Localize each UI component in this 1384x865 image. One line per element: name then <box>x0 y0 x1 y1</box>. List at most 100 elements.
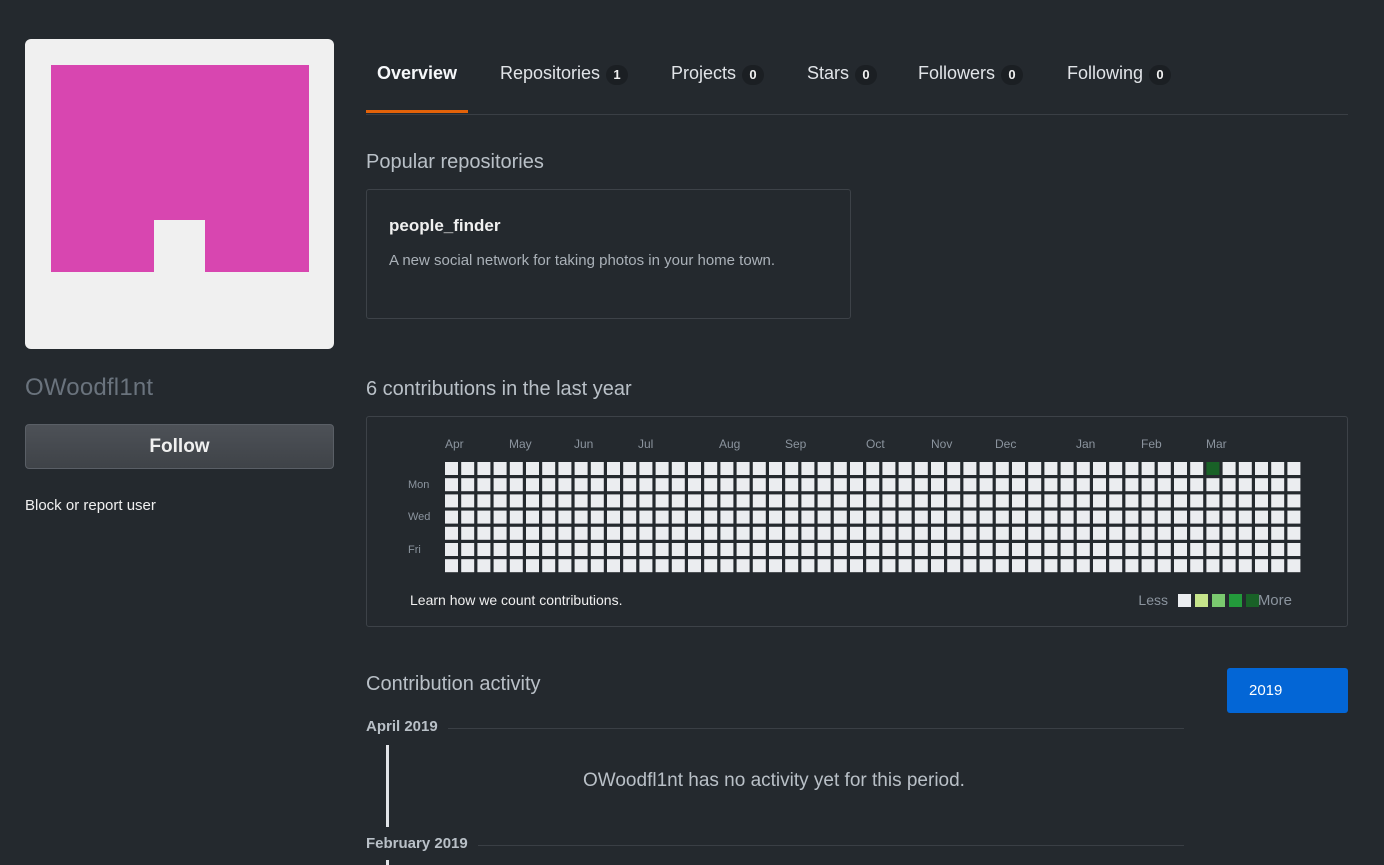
contribution-day-cell[interactable] <box>752 510 766 524</box>
contribution-day-cell[interactable] <box>671 559 685 573</box>
contribution-day-cell[interactable] <box>1287 543 1301 556</box>
contribution-day-cell[interactable] <box>1157 559 1171 573</box>
contribution-day-cell[interactable] <box>769 510 782 524</box>
contribution-day-cell[interactable] <box>785 543 799 556</box>
contribution-day-cell[interactable] <box>671 494 685 508</box>
contribution-day-cell[interactable] <box>1190 526 1204 540</box>
contribution-day-cell[interactable] <box>817 510 831 524</box>
contribution-day-cell[interactable] <box>979 478 993 492</box>
contribution-day-cell[interactable] <box>655 526 669 540</box>
contribution-day-cell[interactable] <box>493 543 507 556</box>
contribution-day-cell[interactable] <box>931 526 944 540</box>
contribution-day-cell[interactable] <box>1174 494 1187 508</box>
contribution-day-cell[interactable] <box>526 543 539 556</box>
contribution-day-cell[interactable] <box>1287 559 1301 573</box>
contribution-day-cell[interactable] <box>963 462 977 475</box>
contribution-day-cell[interactable] <box>509 510 523 524</box>
contribution-day-cell[interactable] <box>493 462 507 475</box>
contribution-day-cell[interactable] <box>801 559 815 573</box>
contribution-day-cell[interactable] <box>526 510 539 524</box>
contribution-day-cell[interactable] <box>736 543 750 556</box>
contribution-day-cell[interactable] <box>1044 543 1058 556</box>
contribution-day-cell[interactable] <box>995 559 1009 573</box>
contribution-day-cell[interactable] <box>1271 510 1285 524</box>
contribution-day-cell[interactable] <box>995 510 1009 524</box>
year-2019-button[interactable]: 2019 <box>1227 668 1348 713</box>
contribution-day-cell[interactable] <box>704 494 718 508</box>
contribution-day-cell[interactable] <box>526 462 539 475</box>
contribution-day-cell[interactable] <box>1174 526 1187 540</box>
contribution-day-cell[interactable] <box>1125 526 1139 540</box>
contribution-day-cell[interactable] <box>1157 462 1171 475</box>
contribution-day-cell[interactable] <box>1222 494 1236 508</box>
contribution-day-cell[interactable] <box>995 543 1009 556</box>
contribution-day-cell[interactable] <box>882 462 896 475</box>
contribution-day-cell[interactable] <box>1076 462 1090 475</box>
contribution-day-cell[interactable] <box>801 510 815 524</box>
contribution-day-cell[interactable] <box>655 478 669 492</box>
contribution-day-cell[interactable] <box>445 462 458 475</box>
contribution-day-cell[interactable] <box>477 526 491 540</box>
contribution-day-cell[interactable] <box>850 543 863 556</box>
contribution-day-cell[interactable] <box>720 462 734 475</box>
contribution-day-cell[interactable] <box>1271 526 1285 540</box>
contribution-day-cell[interactable] <box>445 526 458 540</box>
contribution-day-cell[interactable] <box>1093 478 1106 492</box>
contribution-day-cell[interactable] <box>639 462 653 475</box>
contribution-day-cell[interactable] <box>1222 462 1236 475</box>
contribution-day-cell[interactable] <box>931 494 944 508</box>
contribution-day-cell[interactable] <box>590 543 604 556</box>
contribution-day-cell[interactable] <box>785 478 799 492</box>
contribution-day-cell[interactable] <box>931 559 944 573</box>
contribution-day-cell[interactable] <box>574 510 588 524</box>
contribution-day-cell[interactable] <box>1060 478 1074 492</box>
contribution-day-cell[interactable] <box>1125 478 1139 492</box>
contribution-day-cell[interactable] <box>477 462 491 475</box>
contribution-day-cell[interactable] <box>655 559 669 573</box>
contribution-day-cell[interactable] <box>493 510 507 524</box>
contribution-day-cell[interactable] <box>833 526 847 540</box>
contribution-day-cell[interactable] <box>833 462 847 475</box>
contribution-day-cell[interactable] <box>1190 559 1204 573</box>
contribution-day-cell[interactable] <box>542 478 556 492</box>
contribution-day-cell[interactable] <box>1076 559 1090 573</box>
contribution-day-cell[interactable] <box>655 543 669 556</box>
contribution-day-cell[interactable] <box>493 494 507 508</box>
contribution-day-cell[interactable] <box>688 559 701 573</box>
contribution-day-cell[interactable] <box>833 543 847 556</box>
contribution-day-cell[interactable] <box>1093 526 1106 540</box>
contribution-day-cell[interactable] <box>1271 543 1285 556</box>
contribution-day-cell[interactable] <box>752 478 766 492</box>
contribution-day-cell[interactable] <box>655 462 669 475</box>
contribution-day-cell[interactable] <box>1287 462 1301 475</box>
contribution-day-cell[interactable] <box>477 478 491 492</box>
contribution-day-cell[interactable] <box>623 478 637 492</box>
contribution-day-cell[interactable] <box>1125 543 1139 556</box>
contribution-day-cell[interactable] <box>1109 559 1123 573</box>
contribution-day-cell[interactable] <box>1255 526 1268 540</box>
contribution-day-cell[interactable] <box>607 462 620 475</box>
contribution-day-cell[interactable] <box>639 526 653 540</box>
contribution-day-cell[interactable] <box>1012 478 1025 492</box>
contribution-day-cell[interactable] <box>590 526 604 540</box>
contribution-day-cell[interactable] <box>542 462 556 475</box>
contribution-day-cell[interactable] <box>963 510 977 524</box>
contribution-day-cell[interactable] <box>607 559 620 573</box>
contribution-day-cell[interactable] <box>1190 510 1204 524</box>
contribution-day-cell[interactable] <box>720 478 734 492</box>
contribution-day-cell[interactable] <box>882 494 896 508</box>
contribution-day-cell[interactable] <box>720 559 734 573</box>
contribution-day-cell[interactable] <box>526 526 539 540</box>
contribution-day-cell[interactable] <box>445 510 458 524</box>
contribution-day-cell[interactable] <box>1012 543 1025 556</box>
contribution-day-cell[interactable] <box>850 559 863 573</box>
contribution-day-cell[interactable] <box>1012 494 1025 508</box>
contribution-day-cell[interactable] <box>1238 510 1252 524</box>
contribution-day-cell[interactable] <box>1044 526 1058 540</box>
contribution-day-cell[interactable] <box>963 526 977 540</box>
contribution-day-cell[interactable] <box>1287 510 1301 524</box>
contribution-day-cell[interactable] <box>947 478 961 492</box>
block-report-link[interactable]: Block or report user <box>25 497 156 514</box>
contribution-day-cell[interactable] <box>752 462 766 475</box>
contribution-day-cell[interactable] <box>688 462 701 475</box>
